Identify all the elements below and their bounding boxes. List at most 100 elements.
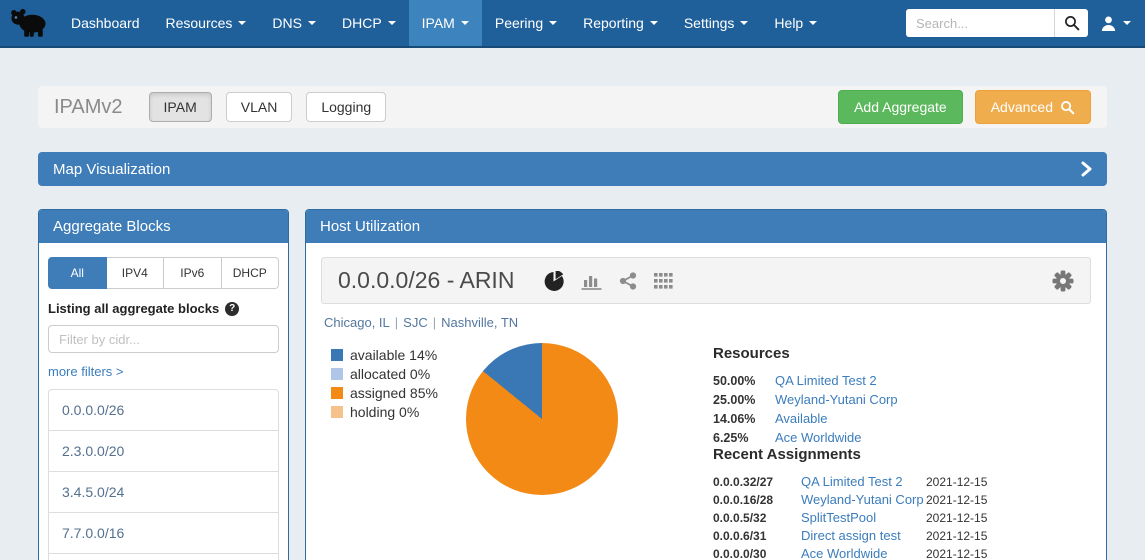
global-search — [906, 9, 1088, 37]
recent-assignments-title: Recent Assignments — [713, 446, 1107, 463]
nav-label: Peering — [495, 15, 543, 31]
add-aggregate-button[interactable]: Add Aggregate — [838, 90, 963, 124]
table-row: 0.0.0.32/27 QA Limited Test 2 2021-12-15 — [713, 474, 1107, 489]
search-button[interactable] — [1054, 9, 1088, 37]
location-link[interactable]: SJC — [403, 315, 428, 330]
nav-label: DNS — [272, 15, 302, 31]
page-title: IPAMv2 — [54, 96, 123, 119]
location-link[interactable]: Chicago, IL — [324, 315, 390, 330]
resource-link[interactable]: Weyland-Yutani Corp — [775, 392, 898, 407]
resource-pct: 25.00% — [713, 393, 775, 407]
brand-logo[interactable] — [0, 0, 58, 46]
resource-row: 6.25% Ace Worldwide — [713, 430, 1107, 445]
resource-row: 25.00% Weyland-Yutani Corp — [713, 392, 1107, 407]
list-item[interactable]: 7.7.0.0/16 — [49, 512, 278, 553]
gear-icon — [1052, 270, 1074, 292]
block-title: 0.0.0.0/26 - ARIN — [338, 267, 514, 294]
resource-link[interactable]: Available — [775, 411, 828, 426]
list-item[interactable] — [49, 553, 278, 560]
pie-view-button[interactable] — [544, 271, 564, 291]
chevron-down-icon — [740, 21, 748, 25]
list-item[interactable]: 3.4.5.0/24 — [49, 471, 278, 512]
nav-reporting[interactable]: Reporting — [570, 0, 671, 46]
advanced-button[interactable]: Advanced — [975, 90, 1091, 124]
chevron-down-icon — [388, 21, 396, 25]
resource-pct: 6.25% — [713, 431, 775, 445]
advanced-label: Advanced — [991, 99, 1053, 115]
help-icon[interactable]: ? — [225, 302, 239, 316]
toolbar-actions: Add Aggregate Advanced — [838, 90, 1091, 124]
assignment-link[interactable]: Direct assign test — [801, 528, 926, 543]
top-navbar: Dashboard Resources DNS DHCP IPAM Peerin… — [0, 0, 1145, 48]
legend-label: holding 0% — [350, 404, 419, 420]
main-row: Aggregate Blocks All IPV4 IPv6 DHCP List… — [38, 209, 1107, 560]
resource-pct: 14.06% — [713, 412, 775, 426]
tab-all[interactable]: All — [48, 257, 107, 289]
chevron-down-icon — [809, 21, 817, 25]
table-row: 0.0.0.5/32 SplitTestPool 2021-12-15 — [713, 510, 1107, 525]
assignment-link[interactable]: Ace Worldwide — [801, 546, 926, 560]
view-logging-button[interactable]: Logging — [306, 92, 386, 122]
chevron-down-icon — [549, 21, 557, 25]
nav-label: Reporting — [583, 15, 644, 31]
grid-icon — [654, 273, 673, 289]
legend-item: allocated 0% — [331, 366, 438, 382]
legend-label: available 14% — [350, 347, 437, 363]
host-utilization-header: Host Utilization — [306, 210, 1106, 243]
nav-ipam[interactable]: IPAM — [409, 0, 482, 46]
nav-help[interactable]: Help — [761, 0, 830, 46]
nav-label: Settings — [684, 15, 735, 31]
table-row: 0.0.0.16/28 Weyland-Yutani Corp 2021-12-… — [713, 492, 1107, 507]
assignment-link[interactable]: QA Limited Test 2 — [801, 474, 926, 489]
bar-view-button[interactable] — [581, 272, 602, 290]
aggregate-blocks-body: All IPV4 IPv6 DHCP Listing all aggregate… — [39, 243, 288, 560]
host-utilization-body: 0.0.0.0/26 - ARIN — [306, 243, 1106, 560]
nav-dns[interactable]: DNS — [259, 0, 329, 46]
navbar-right — [906, 0, 1145, 46]
search-input[interactable] — [906, 9, 1054, 37]
nav-dashboard[interactable]: Dashboard — [58, 0, 153, 46]
nav-settings[interactable]: Settings — [671, 0, 762, 46]
legend-item: assigned 85% — [331, 385, 438, 401]
resource-row: 14.06% Available — [713, 411, 1107, 426]
more-filters-link[interactable]: more filters > — [48, 364, 124, 379]
assignment-date: 2021-12-15 — [926, 475, 1107, 489]
user-icon — [1100, 15, 1117, 32]
separator: | — [395, 315, 398, 330]
nav-dhcp[interactable]: DHCP — [329, 0, 409, 46]
list-item[interactable]: 2.3.0.0/20 — [49, 430, 278, 471]
view-ipam-button[interactable]: IPAM — [149, 92, 212, 122]
assignment-cidr: 0.0.0.0/30 — [713, 547, 801, 560]
user-menu[interactable] — [1100, 15, 1131, 32]
nav-label: IPAM — [422, 15, 455, 31]
tab-dhcp[interactable]: DHCP — [222, 257, 280, 289]
nav-resources[interactable]: Resources — [153, 0, 260, 46]
panda-logo-icon — [7, 6, 51, 40]
share-view-button[interactable] — [619, 272, 637, 290]
aggregate-blocks-header: Aggregate Blocks — [39, 210, 288, 243]
assignment-link[interactable]: Weyland-Yutani Corp — [801, 492, 926, 507]
list-item[interactable]: 0.0.0.0/26 — [49, 390, 278, 430]
bar-chart-icon — [581, 272, 602, 290]
chevron-down-icon — [238, 21, 246, 25]
settings-gear-button[interactable] — [1052, 270, 1074, 292]
nav-peering[interactable]: Peering — [482, 0, 570, 46]
aggregate-block-list: 0.0.0.0/26 2.3.0.0/20 3.4.5.0/24 7.7.0.0… — [48, 389, 279, 560]
resource-pct: 50.00% — [713, 374, 775, 388]
assignment-link[interactable]: SplitTestPool — [801, 510, 926, 525]
tab-ipv4[interactable]: IPV4 — [107, 257, 165, 289]
resource-link[interactable]: Ace Worldwide — [775, 430, 861, 445]
map-visualization-toggle[interactable]: Map Visualization — [38, 152, 1107, 186]
location-link[interactable]: Nashville, TN — [441, 315, 518, 330]
pie-chart-icon — [544, 271, 564, 291]
grid-view-button[interactable] — [654, 273, 673, 289]
tab-ipv6[interactable]: IPv6 — [164, 257, 222, 289]
resource-link[interactable]: QA Limited Test 2 — [775, 373, 877, 388]
cidr-filter-input[interactable] — [48, 325, 279, 353]
nav-label: Help — [774, 15, 803, 31]
main-nav: Dashboard Resources DNS DHCP IPAM Peerin… — [58, 0, 830, 46]
legend-item: available 14% — [331, 347, 438, 363]
pie-chart — [466, 343, 618, 495]
view-vlan-button[interactable]: VLAN — [226, 92, 293, 122]
chevron-down-icon — [1123, 21, 1131, 25]
